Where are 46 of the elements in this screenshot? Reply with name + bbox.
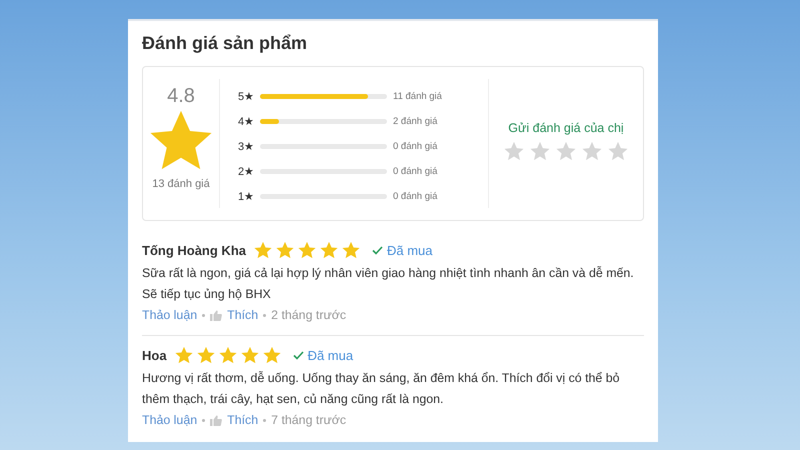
discuss-link[interactable]: Thảo luận <box>142 308 198 322</box>
star-icon <box>262 346 281 364</box>
star-icon <box>240 346 259 364</box>
check-icon <box>292 350 304 360</box>
purchased-label: Đã mua <box>308 348 354 362</box>
rating-count: 0 đánh giá <box>393 166 438 176</box>
review-text: Hương vị rất thơm, dễ uống. Uống thay ăn sáng, ăn đêm khá ổn. Thích đổi vị có thể bỏ thêm thạch, trái cây, hạt sen, củ năng cũng rất là ngon. <box>142 370 621 408</box>
star-level-label: 4★ <box>238 114 256 128</box>
star-icon <box>320 241 338 259</box>
thumbs-up-icon <box>210 310 222 320</box>
star-icon <box>218 346 237 364</box>
rating-count: 0 đánh giá <box>393 140 438 152</box>
star-icon <box>608 140 628 160</box>
star-icon <box>342 241 360 259</box>
check-icon <box>372 246 383 254</box>
star-icon <box>196 346 215 364</box>
star-icon <box>582 140 602 160</box>
star-level-label: 3★ <box>238 140 256 152</box>
star-level-label: 5★ <box>238 90 256 102</box>
star-level-label: 1★ <box>238 190 256 202</box>
like-link[interactable]: Thích <box>227 308 258 322</box>
star-icon <box>298 241 316 259</box>
discuss-link[interactable]: Thảo luận <box>142 413 198 427</box>
thumbs-up-icon <box>210 414 222 426</box>
star-icon <box>530 140 550 160</box>
rating-input-stars[interactable] <box>504 140 628 160</box>
review-text: Sữa rất là ngon, giá cả lại hợp lý nhân viên giao hàng nhiệt tình nhanh ân cần và dễ mến. Sẽ tiếp tục ủng hộ BHX <box>142 265 635 303</box>
star-icon <box>504 140 524 160</box>
average-score: 4.8 <box>167 85 195 108</box>
star-icon <box>556 140 576 160</box>
rating-count: 11 đánh giá <box>393 90 442 102</box>
review-time: 2 tháng trước <box>271 308 346 322</box>
star-icon <box>174 346 193 364</box>
review-time: 7 tháng trước <box>271 413 346 427</box>
section-title: Đánh giá sản phẩm <box>142 32 308 55</box>
star-icon <box>254 241 272 259</box>
reviewer-name: Hoa <box>142 348 167 362</box>
give-rating-label: Gửi đánh giá của chị <box>508 120 624 134</box>
purchased-label: Đã mua <box>387 242 433 258</box>
review-count: 13 đánh giá <box>152 178 210 190</box>
star-level-label: 2★ <box>238 164 256 178</box>
like-link[interactable]: Thích <box>227 413 258 427</box>
rating-count: 0 đánh giá <box>393 190 438 202</box>
star-icon <box>276 241 294 259</box>
reviewer-name: Tống Hoàng Kha <box>142 242 246 258</box>
rating-count: 2 đánh giá <box>393 116 438 126</box>
